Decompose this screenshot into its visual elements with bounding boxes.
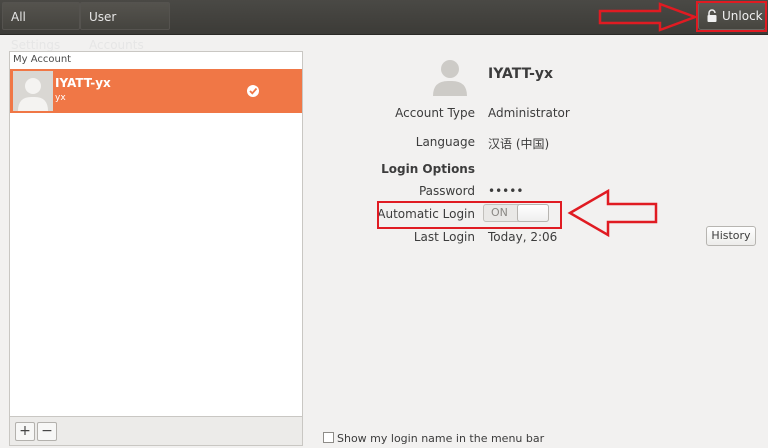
breadcrumb-user-accounts[interactable]: User Accounts bbox=[80, 2, 170, 52]
language-value[interactable]: 汉语 (中国) bbox=[488, 135, 549, 152]
show-login-name-checkbox[interactable] bbox=[323, 432, 334, 443]
user-avatar-large[interactable] bbox=[432, 56, 468, 96]
annotation-arrow-unlock bbox=[598, 2, 698, 32]
user-list-fullname: IYATT-yx bbox=[55, 76, 111, 90]
show-login-name-option[interactable]: Show my login name in the menu bar bbox=[323, 432, 544, 445]
breadcrumb-all-settings[interactable]: All Settings bbox=[2, 2, 80, 52]
user-list-item[interactable]: IYATT-yx yx bbox=[10, 69, 302, 113]
user-list: My Account IYATT-yx yx bbox=[9, 51, 303, 417]
annotation-box-unlock bbox=[696, 1, 767, 32]
last-login-label: Last Login bbox=[413, 230, 475, 244]
user-list-toolbar: + − bbox=[9, 417, 303, 446]
show-login-name-label: Show my login name in the menu bar bbox=[337, 432, 545, 445]
annotation-box-automatic-login bbox=[377, 201, 562, 229]
history-button[interactable]: History bbox=[706, 226, 756, 246]
password-label: Password bbox=[418, 184, 475, 198]
user-fullname[interactable]: IYATT-yx bbox=[488, 66, 553, 82]
remove-user-button[interactable]: − bbox=[37, 422, 57, 441]
logged-in-check-icon bbox=[247, 85, 259, 97]
password-value[interactable]: ••••• bbox=[488, 184, 523, 198]
language-label: Language bbox=[415, 135, 475, 149]
add-user-button[interactable]: + bbox=[15, 422, 35, 441]
account-type-label: Account Type bbox=[395, 106, 475, 120]
user-list-header: My Account bbox=[13, 54, 72, 65]
last-login-value: Today, 2:06 bbox=[488, 230, 558, 244]
annotation-arrow-automatic-login bbox=[567, 188, 658, 238]
avatar bbox=[13, 71, 53, 111]
user-list-login: yx bbox=[55, 93, 66, 103]
login-options-heading: Login Options bbox=[381, 162, 475, 176]
account-type-value[interactable]: Administrator bbox=[488, 106, 570, 120]
